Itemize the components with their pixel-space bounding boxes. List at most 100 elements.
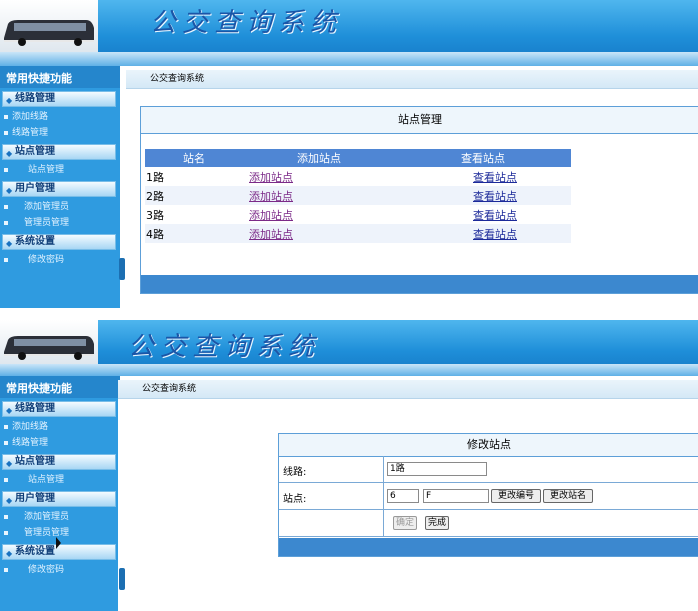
bullet-icon xyxy=(4,205,8,209)
sidebar-group-stations[interactable]: ◆ 站点管理 xyxy=(2,454,116,470)
sidebar-group-stations[interactable]: ◆ 站点管理 xyxy=(2,144,116,160)
group-icon: ◆ xyxy=(6,239,13,248)
app-title: 公交查询系统 xyxy=(150,8,343,38)
sidebar-collapse-handle[interactable] xyxy=(119,568,125,590)
bullet-icon xyxy=(4,258,8,262)
station-panel-title: 站点管理 xyxy=(141,107,698,134)
table-row: 4路 添加站点 查看站点 xyxy=(145,224,571,243)
group-icon: ◆ xyxy=(6,149,13,158)
change-name-button[interactable]: 更改站名 xyxy=(543,489,593,503)
station-table: 站名 添加站点 查看站点 1路 添加站点 查看站点 2路 添加站点 查看站点 3… xyxy=(145,149,571,243)
header-strip xyxy=(0,52,698,66)
screen-station-list: 公交查询系统 常用快捷功能 ◆ 线路管理 添加线路 线路管理 ◆ 站点管理 站点管理… xyxy=(0,0,698,308)
view-station-link[interactable]: 查看站点 xyxy=(473,209,517,222)
sidebar-group-lines[interactable]: ◆ 线路管理 xyxy=(2,91,116,107)
bullet-icon xyxy=(4,441,8,445)
group-icon: ◆ xyxy=(6,496,13,505)
sidebar-item-change-password[interactable]: 修改密码 xyxy=(0,252,120,268)
add-station-link[interactable]: 添加站点 xyxy=(249,190,293,203)
main-content: 公交查询系统 修改站点 线路: 1路 站点: 6 F 更改编号 更改站名 确定 … xyxy=(118,380,698,611)
group-icon: ◆ xyxy=(6,459,13,468)
sidebar-group-users[interactable]: ◆ 用户管理 xyxy=(2,491,116,507)
sidebar-group-lines[interactable]: ◆ 线路管理 xyxy=(2,401,116,417)
station-label: 站点: xyxy=(283,494,307,505)
done-button[interactable]: 完成 xyxy=(425,516,449,530)
bullet-icon xyxy=(4,221,8,225)
sidebar-item-line-manage[interactable]: 线路管理 xyxy=(0,435,120,451)
column-header: 查看站点 xyxy=(395,149,571,167)
breadcrumb: 公交查询系统 xyxy=(118,380,698,399)
bullet-icon xyxy=(4,131,8,135)
edit-station-panel: 修改站点 线路: 1路 站点: 6 F 更改编号 更改站名 确定 完成 xyxy=(278,433,698,557)
sidebar-header: 常用快捷功能 xyxy=(0,376,120,398)
bullet-icon xyxy=(4,115,8,119)
bus-icon xyxy=(4,20,94,46)
bullet-icon xyxy=(4,478,8,482)
line-input[interactable]: 1路 xyxy=(387,462,487,476)
add-station-link[interactable]: 添加站点 xyxy=(249,228,293,241)
sidebar-item-station-manage[interactable]: 站点管理 xyxy=(0,472,120,488)
edit-panel-footer xyxy=(279,538,698,556)
screen-divider xyxy=(0,308,698,320)
sidebar-group-users[interactable]: ◆ 用户管理 xyxy=(2,181,116,197)
sidebar-group-settings[interactable]: ◆ 系统设置 xyxy=(2,234,116,250)
change-number-button[interactable]: 更改编号 xyxy=(491,489,541,503)
add-station-link[interactable]: 添加站点 xyxy=(249,171,293,184)
sidebar-item-change-password[interactable]: 修改密码 xyxy=(0,562,120,578)
table-row: 1路 添加站点 查看站点 xyxy=(145,167,571,186)
header-banner: 公交查询系统 xyxy=(0,0,698,66)
sidebar-item-add-admin[interactable]: 添加管理员 xyxy=(0,199,120,215)
sidebar: 常用快捷功能 ◆ 线路管理 添加线路 线路管理 ◆ 站点管理 站点管理 ◆ 用户管理 … xyxy=(0,376,120,611)
action-row: 确定 完成 xyxy=(279,510,698,537)
sidebar-item-add-admin[interactable]: 添加管理员 xyxy=(0,509,120,525)
sidebar-item-station-manage[interactable]: 站点管理 xyxy=(0,162,120,178)
sidebar-item-line-manage[interactable]: 线路管理 xyxy=(0,125,120,141)
bus-logo xyxy=(0,0,98,52)
line-label: 线路: xyxy=(283,467,307,478)
edit-station-title: 修改站点 xyxy=(279,434,698,457)
table-row: 2路 添加站点 查看站点 xyxy=(145,186,571,205)
sidebar: 常用快捷功能 ◆ 线路管理 添加线路 线路管理 ◆ 站点管理 站点管理 ◆ 用户管理 … xyxy=(0,66,120,308)
bullet-icon xyxy=(4,515,8,519)
header-banner: 公交查询系统 xyxy=(0,320,698,376)
group-icon: ◆ xyxy=(6,186,13,195)
bullet-icon xyxy=(4,568,8,572)
sidebar-item-add-line[interactable]: 添加线路 xyxy=(0,109,120,125)
station-line-name: 1路 xyxy=(145,167,243,186)
column-header: 添加站点 xyxy=(243,149,395,167)
screen-edit-station: 公交查询系统 常用快捷功能 ◆ 线路管理 添加线路 线路管理 ◆ 站点管理 站点管理… xyxy=(0,320,698,611)
breadcrumb: 公交查询系统 xyxy=(126,70,698,89)
bullet-icon xyxy=(4,531,8,535)
view-station-link[interactable]: 查看站点 xyxy=(473,190,517,203)
bullet-icon xyxy=(4,168,8,172)
station-row: 站点: 6 F 更改编号 更改站名 xyxy=(279,483,698,510)
bus-logo xyxy=(0,320,98,364)
station-line-name: 3路 xyxy=(145,205,243,224)
line-row: 线路: 1路 xyxy=(279,456,698,483)
mouse-cursor-icon xyxy=(56,537,61,549)
sidebar-collapse-handle[interactable] xyxy=(119,258,125,280)
app-title: 公交查询系统 xyxy=(128,332,321,362)
sidebar-item-add-line[interactable]: 添加线路 xyxy=(0,419,120,435)
station-line-name: 2路 xyxy=(145,186,243,205)
group-icon: ◆ xyxy=(6,406,13,415)
form-divider xyxy=(383,456,384,536)
sidebar-item-admin-manage[interactable]: 管理员管理 xyxy=(0,215,120,231)
group-icon: ◆ xyxy=(6,96,13,105)
station-number-input[interactable]: 6 xyxy=(387,489,419,503)
view-station-link[interactable]: 查看站点 xyxy=(473,171,517,184)
bullet-icon xyxy=(4,425,8,429)
header-strip xyxy=(0,364,698,376)
station-name-input[interactable]: F xyxy=(423,489,489,503)
bus-icon xyxy=(4,336,94,360)
main-content: 公交查询系统 站点管理 站名 添加站点 查看站点 1路 添加站点 查看站点 2路… xyxy=(126,70,698,308)
table-row: 3路 添加站点 查看站点 xyxy=(145,205,571,224)
station-line-name: 4路 xyxy=(145,224,243,243)
station-panel: 站点管理 站名 添加站点 查看站点 1路 添加站点 查看站点 2路 添加站点 查… xyxy=(140,106,698,294)
group-icon: ◆ xyxy=(6,549,13,558)
sidebar-header: 常用快捷功能 xyxy=(0,66,120,88)
view-station-link[interactable]: 查看站点 xyxy=(473,228,517,241)
confirm-button[interactable]: 确定 xyxy=(393,516,417,530)
column-header: 站名 xyxy=(145,149,243,167)
add-station-link[interactable]: 添加站点 xyxy=(249,209,293,222)
